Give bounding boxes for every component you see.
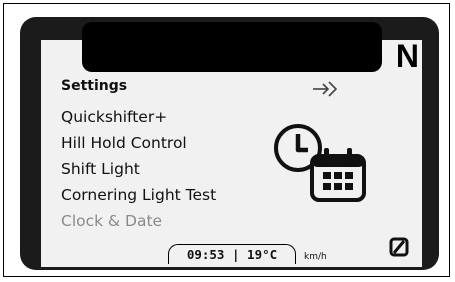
abs-off-icon <box>389 237 409 257</box>
speed-unit: km/h <box>304 252 327 262</box>
settings-menu: Settings Quickshifter+ Hill Hold Control… <box>61 78 216 234</box>
menu-item-clock-date[interactable]: Clock & Date <box>61 208 216 234</box>
menu-item-shift-light[interactable]: Shift Light <box>61 156 216 182</box>
menu-item-cornering-light-test[interactable]: Cornering Light Test <box>61 182 216 208</box>
gear-indicator: N <box>395 38 419 74</box>
top-display-bar <box>82 22 382 72</box>
ambient-temperature: 19°C <box>247 247 278 262</box>
menu-item-hill-hold-control[interactable]: Hill Hold Control <box>61 130 216 156</box>
clock-temperature-readout: 09:53 | 19°C <box>168 244 296 264</box>
exit-arrow-icon[interactable] <box>312 80 338 98</box>
menu-item-quickshifter[interactable]: Quickshifter+ <box>61 104 216 130</box>
clock-time: 09:53 <box>186 247 225 262</box>
menu-title: Settings <box>61 78 128 94</box>
clock-calendar-icon <box>274 124 366 202</box>
